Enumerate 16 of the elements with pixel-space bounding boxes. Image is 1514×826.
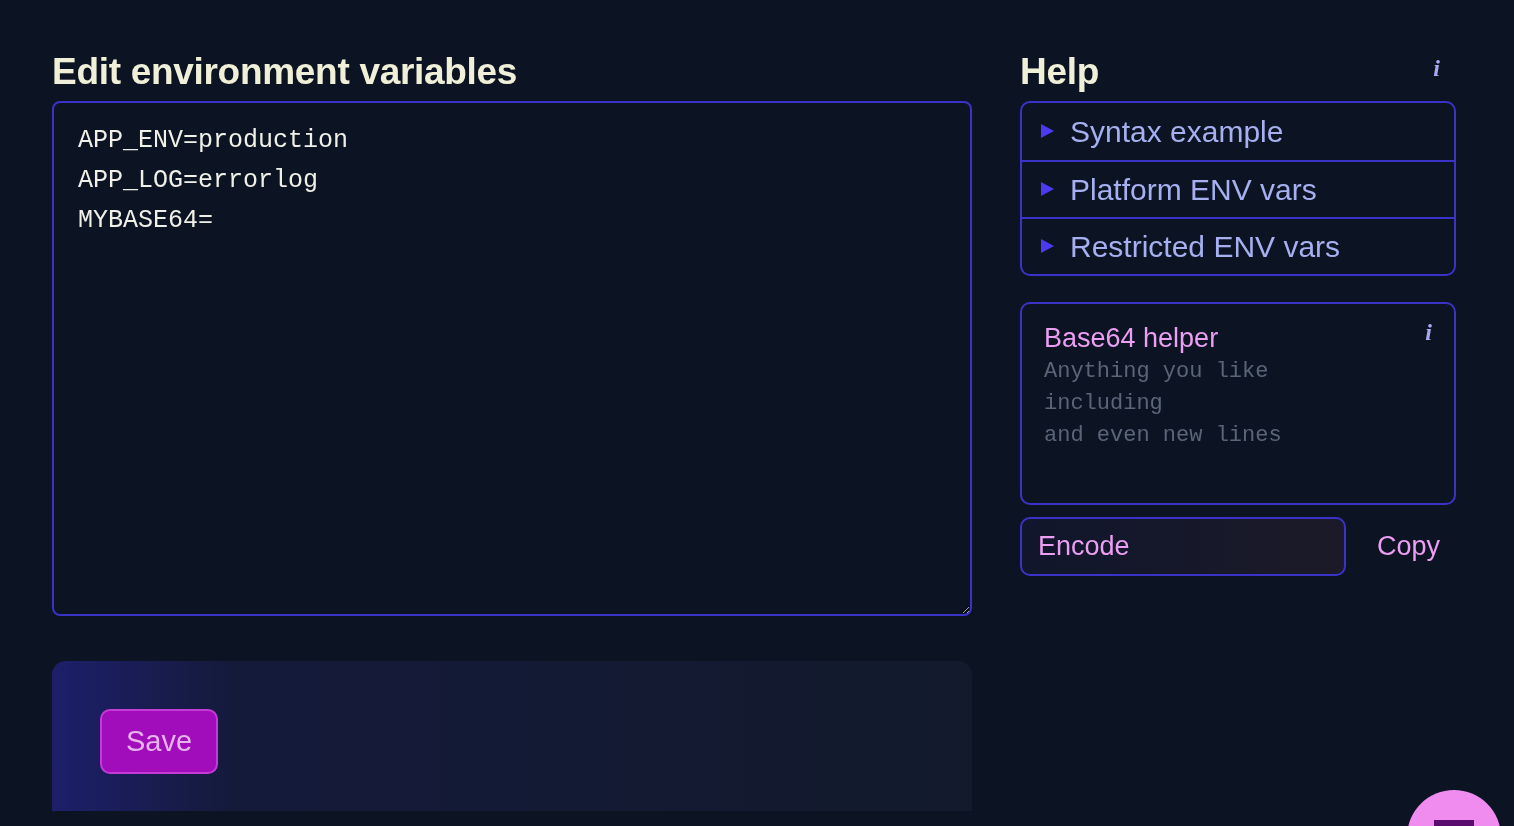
accordion-item[interactable]: Syntax example [1022, 102, 1454, 160]
accordion-item[interactable]: Restricted ENV vars [1022, 216, 1454, 274]
base64-label: Base64 helper [1044, 322, 1219, 353]
accordion-item[interactable]: Platform ENV vars [1022, 159, 1454, 217]
caret-right-icon [1040, 124, 1054, 139]
caret-right-icon [1040, 182, 1054, 197]
base64-field[interactable]: Base64 helper i Anything you like including and even new lines [1020, 301, 1456, 505]
help-title: Help [1020, 52, 1099, 93]
save-button[interactable]: Save [100, 708, 219, 775]
env-editor[interactable]: APP_ENV=production APP_LOG=errorlog MYBASE64= [52, 100, 972, 616]
info-icon[interactable]: i [1425, 319, 1432, 344]
info-icon[interactable]: i [1433, 56, 1440, 80]
page-title: Edit environment variables [52, 52, 519, 93]
caret-right-icon [1040, 239, 1054, 254]
copy-button[interactable]: Copy [1360, 525, 1456, 567]
encode-button[interactable]: Encode [1020, 516, 1346, 576]
